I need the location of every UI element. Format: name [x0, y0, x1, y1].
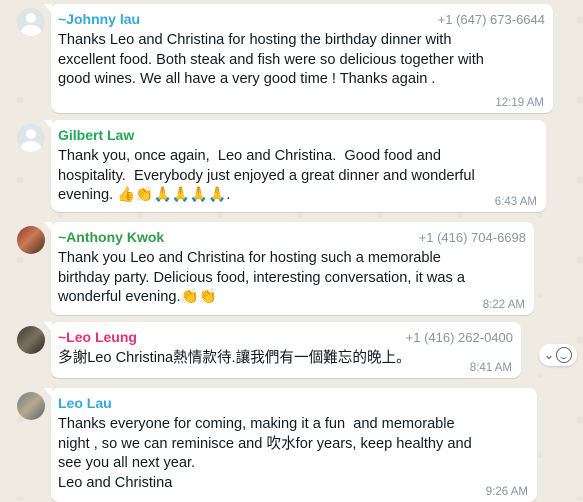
- message-bubble[interactable]: ~Leo Leung +1 (416) 262-0400 多謝Leo Chris…: [44, 322, 521, 378]
- message-time: 8:41 AM: [469, 362, 512, 374]
- message-bubble[interactable]: Leo Lau Thanks everyone for coming, maki…: [44, 388, 537, 502]
- message-text: Thank you, once again, Leo and Christina…: [58, 148, 475, 203]
- message-time: 9:26 AM: [485, 486, 528, 498]
- sender-name[interactable]: Leo Lau: [58, 394, 529, 413]
- message-time: 12:19 AM: [495, 97, 544, 109]
- sender-avatar[interactable]: [17, 124, 45, 152]
- message-text: 多謝Leo Christina熱情款待.讓我們有一個難忘的晚上。: [58, 350, 411, 366]
- sender-avatar[interactable]: [17, 392, 45, 420]
- sender-avatar[interactable]: [17, 226, 45, 254]
- message-time: 6:43 AM: [494, 196, 537, 208]
- message-text: Thanks Leo and Christina for hosting the…: [58, 32, 484, 87]
- sender-avatar[interactable]: [17, 326, 45, 354]
- message-time: 8:22 AM: [482, 299, 525, 311]
- message-bubble[interactable]: Gilbert Law Thank you, once again, Leo a…: [44, 120, 546, 212]
- message-bubble[interactable]: ~Anthony Kwok +1 (416) 704-6698 Thank yo…: [44, 222, 534, 315]
- chevron-down-icon: ⌄: [543, 347, 555, 362]
- sender-name[interactable]: Gilbert Law: [58, 126, 538, 145]
- emoji-react-icon: [556, 347, 573, 363]
- sender-phone: +1 (647) 673-6644: [437, 12, 545, 27]
- reaction-button[interactable]: ⌄: [539, 344, 577, 366]
- message-text: Thank you Leo and Christina for hosting …: [58, 250, 465, 305]
- sender-phone: +1 (416) 704-6698: [418, 230, 526, 245]
- sender-avatar[interactable]: [17, 8, 45, 36]
- message-text: Thanks everyone for coming, making it a …: [58, 416, 472, 491]
- message-bubble[interactable]: ~Johnny lau +1 (647) 673-6644 Thanks Leo…: [44, 4, 553, 113]
- sender-phone: +1 (416) 262-0400: [405, 330, 513, 345]
